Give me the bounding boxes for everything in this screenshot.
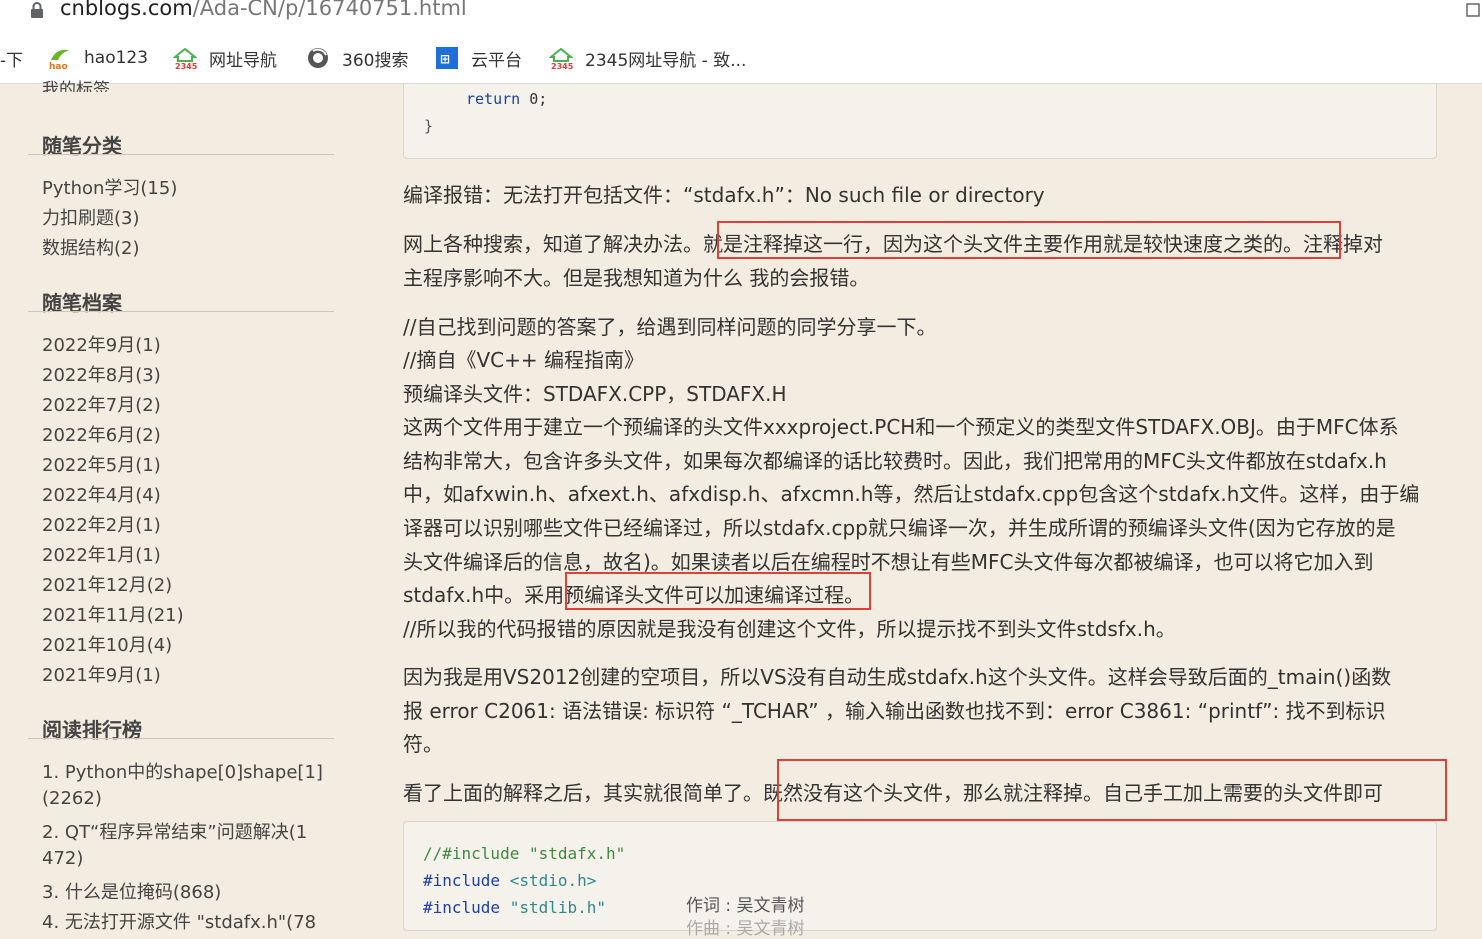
bookmark-partial[interactable]: -下 (0, 46, 24, 71)
category-item[interactable]: 数据结构(2) (42, 234, 140, 260)
hao123-icon: hao (49, 49, 69, 70)
divider (28, 738, 334, 739)
svg-text:hao: hao (49, 62, 68, 70)
highlight-box (565, 572, 871, 610)
paragraph-error: 编译报错：无法打开包括文件：“stdafx.h”：No such file or… (403, 183, 1045, 207)
url-path: /Ada-CN/p/16740751.html (192, 0, 467, 20)
archive-item[interactable]: 2022年8月(3) (42, 361, 161, 387)
highlight-box (777, 759, 1447, 821)
bookmark-hao123[interactable]: hao hao123 (48, 46, 148, 70)
address-bar[interactable]: cnblogs.com/Ada-CN/p/16740751.html (0, 0, 1482, 30)
ranking-item-cont[interactable]: (2262) (42, 788, 102, 809)
bookmark-2345[interactable]: 2345 2345网址导航 - 致... (549, 46, 747, 71)
archive-item[interactable]: 2021年12月(2) (42, 571, 172, 597)
category-item[interactable]: 力扣刷题(3) (42, 204, 140, 230)
lyric-overlay-line: 作曲 : 吴文青树 (686, 919, 805, 939)
cloud-platform-icon: ⊞ (436, 47, 458, 69)
lock-icon[interactable] (30, 2, 44, 18)
archive-item[interactable]: 2022年2月(1) (42, 511, 161, 537)
paragraph-line: 这两个文件用于建立一个预编译的头文件xxxproject.PCH和一个预定义的类… (403, 415, 1399, 439)
bookmark-cloud[interactable]: ⊞ 云平台 (435, 46, 522, 71)
paragraph-line: 译器可以识别哪些文件已经编译过，所以stdafx.cpp就只编译一次，并生成所谓… (403, 516, 1396, 540)
paragraph-line: //所以我的代码报错的原因就是我没有创建这个文件，所以提示找不到头文件stdsf… (403, 617, 1176, 641)
archive-item[interactable]: 2022年1月(1) (42, 541, 161, 567)
bookmark-label: hao123 (84, 48, 149, 68)
bookmark-label: 360搜索 (342, 50, 409, 71)
code-line: #include <stdio.h> (423, 871, 597, 890)
divider (28, 311, 334, 312)
paragraph-line: //摘自《VC++ 编程指南》 (403, 348, 644, 372)
sidebar: 我的标签 随笔分类 Python学习(15) 力扣刷题(3) 数据结构(2) 随… (0, 80, 380, 933)
bookmark-wangzhi[interactable]: 2345 网址导航 (173, 46, 277, 71)
code-block: return 0; } (403, 84, 1437, 159)
url-domain: cnblogs.com (60, 0, 193, 20)
bookmark-label: 云平台 (471, 50, 522, 71)
paragraph-line: 头文件编译后的信息，故名)。如果读者以后在编程时不想让有些MFC头文件每次都被编… (403, 550, 1374, 574)
svg-text:2345: 2345 (175, 62, 197, 70)
archive-item[interactable]: 2022年4月(4) (42, 481, 161, 507)
paragraph-line: //自己找到问题的答案了，给遇到同样问题的同学分享一下。 (403, 315, 937, 339)
svg-text:⊞: ⊞ (440, 52, 450, 66)
2345-icon: 2345 (173, 47, 197, 70)
paragraph-line: 结构非常大，包含许多头文件，如果每次都编译的话比较费时。因此，我们把常用的MFC… (403, 449, 1387, 473)
extension-icon[interactable] (1464, 0, 1482, 20)
archive-item[interactable]: 2022年6月(2) (42, 421, 161, 447)
ranking-item-cont[interactable]: 472) (42, 848, 83, 869)
archive-item[interactable]: 2021年9月(1) (42, 661, 161, 687)
code-line: #include "stdlib.h" (423, 898, 607, 917)
bookmark-label: 网址导航 (209, 50, 277, 71)
bookmark-label: -下 (0, 50, 24, 71)
paragraph-line: 符。 (403, 732, 443, 756)
paragraph-line: 报 error C2061: 语法错误: 标识符 “_TCHAR” ，输入输出函… (403, 699, 1386, 723)
archive-item[interactable]: 2021年11月(21) (42, 601, 184, 627)
code-line: //#include "stdafx.h" (423, 844, 626, 863)
ranking-item[interactable]: 2. QT“程序异常结束”问题解决(1 (42, 818, 307, 844)
bookmarks-bar: -下 hao hao123 2345 网址导航 360搜索 ⊞ 云平台 2345… (0, 30, 1482, 84)
archive-item[interactable]: 2022年5月(1) (42, 451, 161, 477)
code-block: //#include "stdafx.h" #include <stdio.h>… (403, 821, 1437, 931)
lyric-overlay-line: 作词 : 吴文青树 (686, 896, 805, 916)
code-line: } (424, 117, 434, 135)
paragraph-line: 预编译头文件：STDAFX.CPP，STDAFX.H (403, 382, 787, 406)
highlight-box (717, 221, 1341, 259)
ranking-item[interactable]: 3. 什么是位掩码(868) (42, 878, 221, 904)
2345-icon: 2345 (549, 47, 573, 70)
paragraph-line: 主程序影响不大。但是我想知道为什么 我的会报错。 (403, 266, 870, 290)
bookmark-label: 2345网址导航 - 致... (585, 50, 747, 71)
category-item[interactable]: Python学习(15) (42, 174, 177, 200)
sidebar-my-tags-link[interactable]: 我的标签 (42, 78, 110, 92)
archive-item[interactable]: 2021年10月(4) (42, 631, 172, 657)
bookmark-360[interactable]: 360搜索 (306, 46, 409, 71)
ranking-item[interactable]: 4. 无法打开源文件 "stdafx.h"(78 (42, 908, 316, 934)
code-line: return 0; (466, 90, 548, 108)
archive-item[interactable]: 2022年7月(2) (42, 391, 161, 417)
svg-text:2345: 2345 (551, 62, 573, 70)
360-search-icon (308, 48, 328, 68)
archive-item[interactable]: 2022年9月(1) (42, 331, 161, 357)
url-text[interactable]: cnblogs.com/Ada-CN/p/16740751.html (60, 0, 467, 20)
ranking-item[interactable]: 1. Python中的shape[0]shape[1] (42, 758, 323, 784)
paragraph-line: 中，如afxwin.h、afxext.h、afxdisp.h、afxcmn.h等… (403, 482, 1420, 506)
divider (28, 154, 334, 155)
paragraph-line: 因为我是用VS2012创建的空项目，所以VS没有自动生成stdafx.h这个头文… (403, 665, 1392, 689)
